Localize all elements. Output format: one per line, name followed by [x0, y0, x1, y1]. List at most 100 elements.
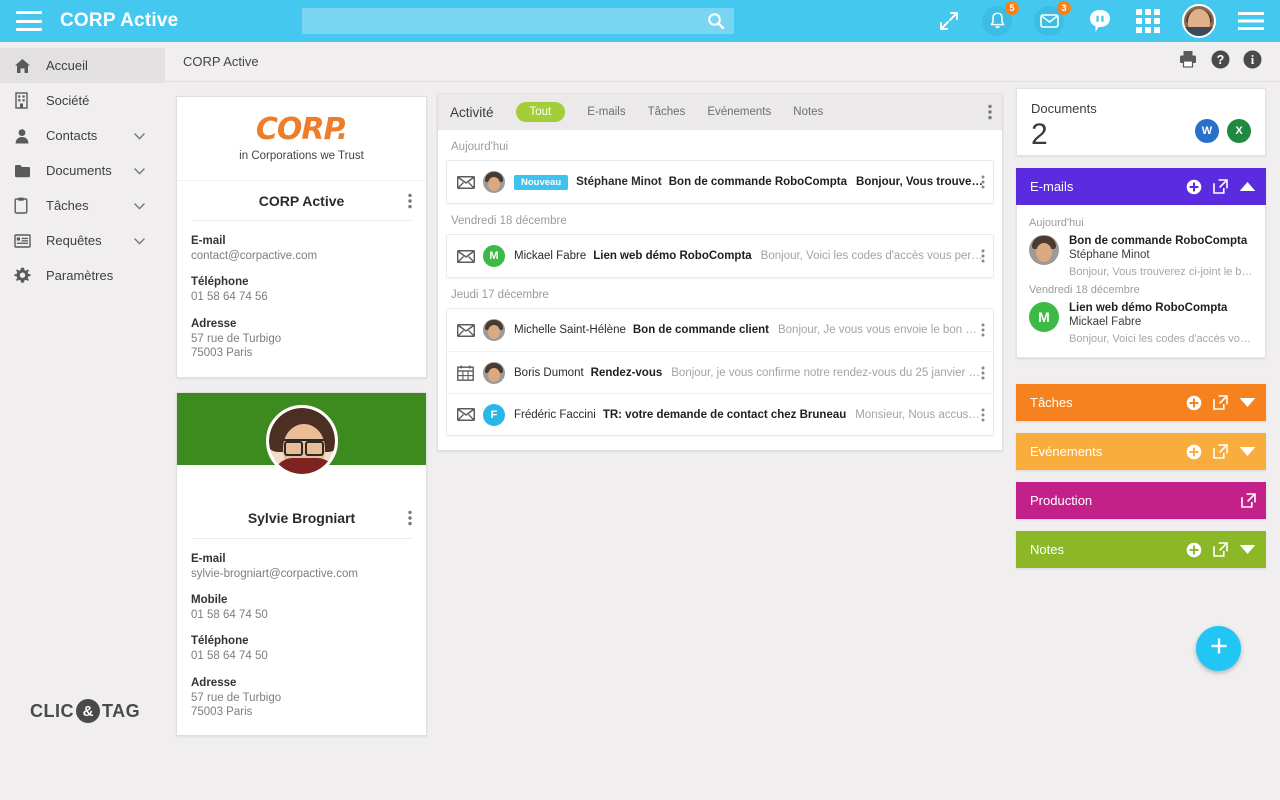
add-circle-icon[interactable]	[1186, 444, 1202, 460]
panel-title: Tâches	[1030, 395, 1073, 410]
chevron-down-icon[interactable]	[134, 162, 145, 180]
external-link-icon[interactable]	[1213, 444, 1228, 459]
hamburger-icon[interactable]	[16, 11, 42, 31]
table-row[interactable]: M Mickael Fabre Lien web démo RoboCompta…	[447, 235, 993, 277]
sidebar-item-label: Société	[46, 93, 90, 108]
svg-text:?: ?	[1217, 53, 1225, 67]
sidebar-item-label: Contacts	[46, 128, 98, 143]
table-row[interactable]: Nouveau Stéphane Minot Bon de commande R…	[447, 161, 993, 203]
building-icon	[14, 92, 38, 109]
person-card-title: Sylvie Brogniart	[247, 510, 356, 526]
company-card-header: CORP Active	[191, 181, 412, 221]
panel-taches-header[interactable]: Tâches	[1016, 384, 1266, 421]
field-label: E-mail	[191, 235, 226, 247]
table-row[interactable]: Michelle Saint-Hélène Bon de commande cl…	[447, 309, 993, 351]
table-row[interactable]: F Frédéric Faccini TR: votre demande de …	[447, 393, 993, 435]
chevron-down-icon[interactable]	[134, 127, 145, 145]
sidebar-item-label: Documents	[46, 163, 112, 178]
help-icon[interactable]: ?	[1211, 50, 1230, 74]
panel-title: Evénements	[1030, 444, 1103, 459]
person-avatar	[265, 404, 338, 477]
external-link-icon[interactable]	[1241, 493, 1256, 508]
add-circle-icon[interactable]	[1186, 395, 1202, 411]
mail-sender: Stéphane Minot	[1069, 249, 1150, 261]
breadcrumb-bar: CORP Active ? i	[0, 42, 1280, 82]
field-label: E-mail	[191, 552, 226, 565]
more-vertical-icon[interactable]	[408, 193, 412, 209]
avatar	[483, 171, 505, 193]
right-menu-hamburger-icon[interactable]	[1238, 11, 1264, 31]
list-item[interactable]: Bon de commande RoboCompta Stéphane Mino…	[1029, 235, 1253, 278]
info-icon[interactable]: i	[1243, 50, 1262, 74]
sidebar-item-contacts[interactable]: Contacts	[0, 118, 165, 153]
table-row[interactable]: Boris Dumont Rendez-vous Bonjour, je vou…	[447, 351, 993, 393]
panel-notes-header[interactable]: Notes	[1016, 531, 1266, 568]
avatar	[483, 361, 505, 384]
sidebar-item-societe[interactable]: Société	[0, 83, 165, 118]
more-vertical-icon[interactable]	[981, 366, 985, 380]
more-vertical-icon[interactable]	[981, 323, 985, 337]
more-vertical-icon[interactable]	[988, 104, 992, 120]
chevron-down-icon[interactable]	[1239, 446, 1256, 457]
panel-title: E-mails	[1030, 179, 1074, 194]
envelope-icon	[457, 175, 483, 189]
envelope-icon	[457, 249, 483, 263]
apps-grid-icon[interactable]	[1136, 9, 1160, 33]
sidebar-item-accueil[interactable]: Accueil	[0, 48, 165, 83]
sidebar-item-parametres[interactable]: Paramètres	[0, 258, 165, 293]
search-input[interactable]	[302, 13, 707, 29]
company-logo: CORP. in Corporations we Trust	[177, 97, 426, 181]
search-box[interactable]	[302, 8, 734, 34]
external-link-icon[interactable]	[1213, 395, 1228, 410]
more-vertical-icon[interactable]	[408, 510, 412, 526]
messages-envelope-icon[interactable]: 3	[1034, 1, 1071, 36]
tab-emails[interactable]: E-mails	[587, 106, 625, 118]
panel-production-header[interactable]: Production	[1016, 482, 1266, 519]
more-vertical-icon[interactable]	[981, 408, 985, 422]
excel-document-icon[interactable]: X	[1227, 119, 1251, 143]
field-mobile: Mobile 01 58 64 74 50	[191, 594, 412, 622]
breadcrumb[interactable]: CORP Active	[183, 54, 259, 69]
add-floating-action-button[interactable]	[1196, 626, 1241, 671]
field-adresse: Adresse 57 rue de Turbigo 75003 Paris	[191, 318, 412, 361]
tab-notes[interactable]: Notes	[793, 106, 823, 118]
user-avatar[interactable]	[1182, 4, 1216, 38]
search-icon[interactable]	[707, 12, 725, 30]
chevron-down-icon[interactable]	[134, 197, 145, 215]
chevron-down-icon[interactable]	[1239, 397, 1256, 408]
add-circle-icon[interactable]	[1186, 179, 1202, 195]
folder-icon	[14, 164, 38, 178]
panel-emails-header[interactable]: E-mails	[1016, 168, 1266, 205]
add-circle-icon[interactable]	[1186, 542, 1202, 558]
chevron-down-icon[interactable]	[1239, 544, 1256, 555]
tab-taches[interactable]: Tâches	[648, 106, 686, 118]
tab-evenements[interactable]: Evénements	[707, 106, 771, 118]
chevron-up-icon[interactable]	[1239, 181, 1256, 192]
print-icon[interactable]	[1178, 49, 1198, 74]
list-item[interactable]: M Lien web démo RoboCompta Mickael Fabre…	[1029, 302, 1253, 345]
panel-evenements-header[interactable]: Evénements	[1016, 433, 1266, 470]
external-link-icon[interactable]	[1213, 179, 1228, 194]
app-title: CORP Active	[60, 10, 179, 31]
documents-widget[interactable]: Documents 2 W X	[1016, 88, 1266, 156]
expand-arrows-icon[interactable]	[938, 10, 960, 32]
more-vertical-icon[interactable]	[981, 249, 985, 263]
brand-part-1: CLIC	[30, 700, 74, 721]
sidebar-item-requetes[interactable]: Requêtes	[0, 223, 165, 258]
sidebar-item-taches[interactable]: Tâches	[0, 188, 165, 223]
activity-day-label: Jeudi 17 décembre	[451, 289, 549, 301]
apps-grid-dots	[1136, 9, 1160, 33]
sidebar-item-documents[interactable]: Documents	[0, 153, 165, 188]
external-link-icon[interactable]	[1213, 542, 1228, 557]
documents-type-chips: W X	[1195, 119, 1251, 143]
messages-badge: 3	[1057, 1, 1071, 15]
person-icon	[14, 128, 38, 144]
more-vertical-icon[interactable]	[981, 175, 985, 189]
chat-bubble-icon[interactable]	[1086, 7, 1114, 35]
notifications-bell-icon[interactable]: 5	[982, 1, 1019, 36]
app-brand-logo: CLIC & TAG	[30, 699, 140, 723]
chevron-down-icon[interactable]	[134, 232, 145, 250]
row-subject: Lien web démo RoboCompta	[593, 250, 752, 262]
tab-tout[interactable]: Tout	[515, 102, 566, 122]
word-document-icon[interactable]: W	[1195, 119, 1219, 143]
